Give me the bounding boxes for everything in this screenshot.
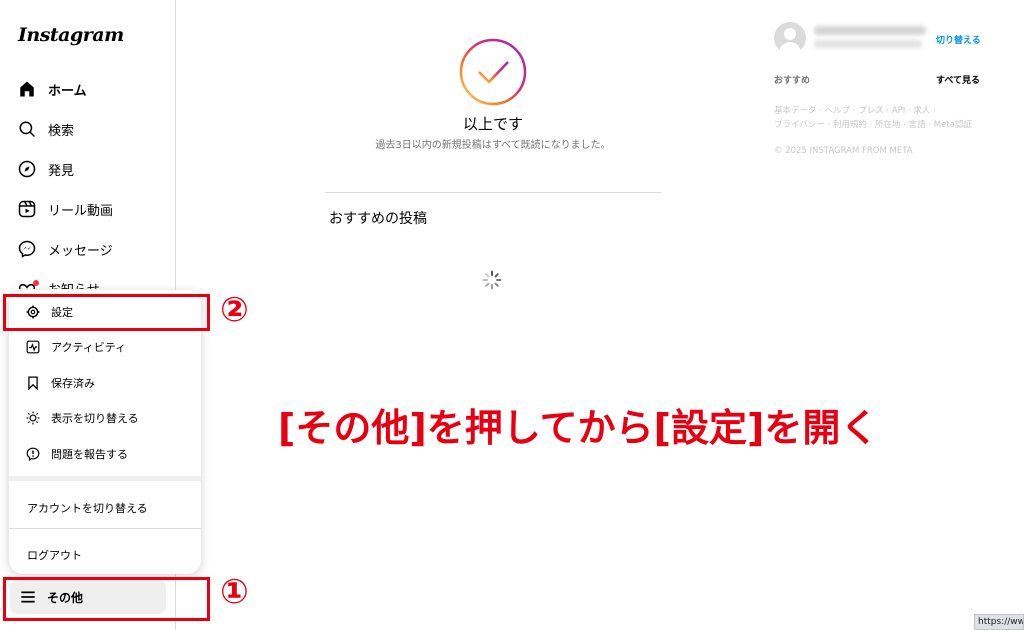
menu-item-label: 保存済み [51, 377, 95, 390]
avatar[interactable] [774, 22, 806, 54]
search-icon [16, 118, 38, 140]
annotation-box-settings [3, 294, 210, 331]
caught-up-title: 以上です [462, 115, 523, 133]
more-menu-popup: 設定 アクティビティ 保存済み 表示を切り替える 問題を報告する アカウントを切… [9, 290, 201, 574]
reels-icon [16, 198, 38, 220]
menu-item-label: 問題を報告する [51, 448, 128, 461]
sidebar-item-label: メッセージ [48, 243, 113, 259]
loading-spinner-icon [482, 270, 502, 290]
menu-item-label: 表示を切り替える [51, 412, 139, 425]
sidebar-item-messages[interactable]: メッセージ [16, 233, 113, 265]
sidebar-item-label: ホーム [48, 83, 87, 99]
annotation-box-more [3, 577, 210, 621]
annotation-instruction: [その他]を押してから[設定]を開く [278, 406, 879, 450]
feed-divider [325, 192, 661, 193]
switch-account-link[interactable]: 切り替える [936, 33, 981, 46]
annotation-step-1: ① [220, 572, 249, 612]
blurred-username [814, 26, 926, 35]
sidebar-item-home[interactable]: ホーム [16, 73, 87, 105]
home-icon [16, 78, 38, 100]
logout-button[interactable]: ログアウト [27, 547, 82, 563]
footer-links-line[interactable]: プライバシー · 利用規約 · 所在地 · 言語 · Meta認証 [774, 118, 974, 132]
sidebar-item-label: リール動画 [48, 203, 114, 219]
annotation-step-2: ② [220, 290, 249, 330]
bookmark-icon [25, 375, 41, 391]
footer-links-line[interactable]: 基本データ · ヘルプ · プレス · API · 求人 · [774, 104, 974, 118]
menu-divider [9, 528, 201, 529]
blurred-fullname [814, 40, 922, 48]
sidebar-item-label: お知らせ [48, 279, 100, 289]
sidebar-item-label: 発見 [48, 163, 75, 179]
caught-up-check-icon [459, 38, 527, 106]
sidebar-item-explore[interactable]: 発見 [16, 153, 74, 185]
menu-item-switch-appearance[interactable]: 表示を切り替える [9, 401, 201, 435]
sidebar-item-label: 検索 [48, 123, 75, 139]
status-url-tooltip: https://www... [974, 614, 1024, 630]
suggested-posts-title: おすすめの投稿 [329, 211, 427, 227]
menu-item-label: アクティビティ [51, 341, 127, 354]
copyright-text: © 2025 INSTAGRAM FROM META [774, 146, 913, 156]
compass-icon [16, 158, 38, 180]
instagram-logo[interactable]: Instagram [18, 24, 124, 46]
menu-item-saved[interactable]: 保存済み [9, 366, 201, 400]
notification-dot [33, 280, 39, 286]
messenger-icon [16, 238, 38, 260]
switch-account-button[interactable]: アカウントを切り替える [27, 500, 148, 516]
sidebar-item-reels[interactable]: リール動画 [16, 193, 113, 225]
menu-item-activity[interactable]: アクティビティ [9, 330, 201, 364]
recommended-label: おすすめ [774, 76, 811, 86]
see-all-link[interactable]: すべて見る [936, 73, 980, 86]
sidebar-item-search[interactable]: 検索 [16, 113, 74, 145]
report-icon [25, 446, 41, 462]
activity-icon [25, 339, 41, 355]
menu-item-report-problem[interactable]: 問題を報告する [9, 437, 201, 471]
footer-links: 基本データ · ヘルプ · プレス · API · 求人 · プライバシー · … [774, 104, 974, 132]
sun-icon [25, 410, 41, 426]
caught-up-subtitle: 過去3日以内の新規投稿はすべて既読になりました。 [375, 140, 611, 151]
sidebar-item-notifications[interactable]: お知らせ [16, 273, 100, 289]
menu-divider [9, 476, 201, 481]
